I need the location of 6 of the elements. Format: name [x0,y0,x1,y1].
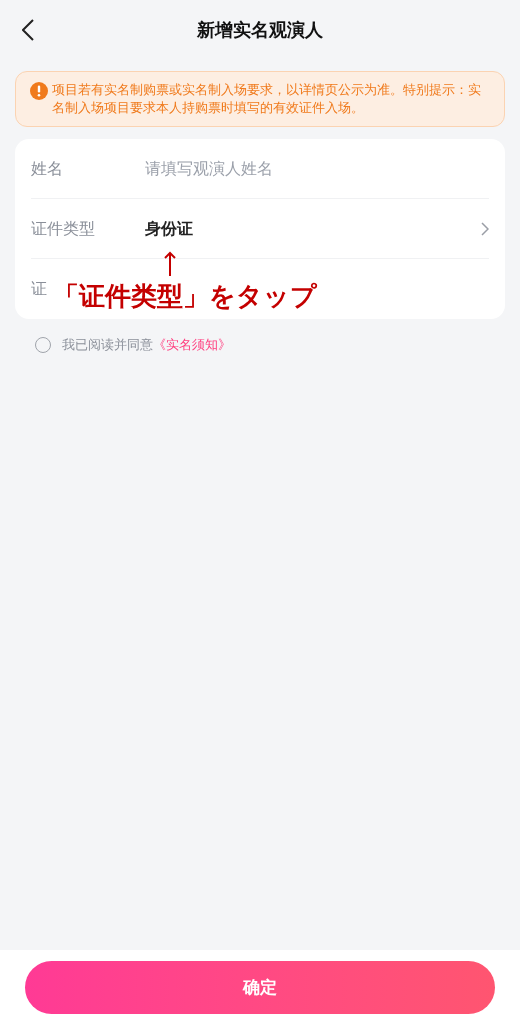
agreement-text: 我已阅读并同意《实名须知》 [62,336,231,354]
field-label: 证 [31,280,47,297]
field-label: 证件类型 [31,219,95,237]
notice-text: 项目若有实名制购票或实名制入场要求，以详情页公示为准。特别提示：实名制入场项目要求本人持购票时填写的有效证件入场。 [52,81,482,117]
page-title: 新增实名观演人 [197,18,323,42]
field-label: 姓名 [31,159,63,177]
